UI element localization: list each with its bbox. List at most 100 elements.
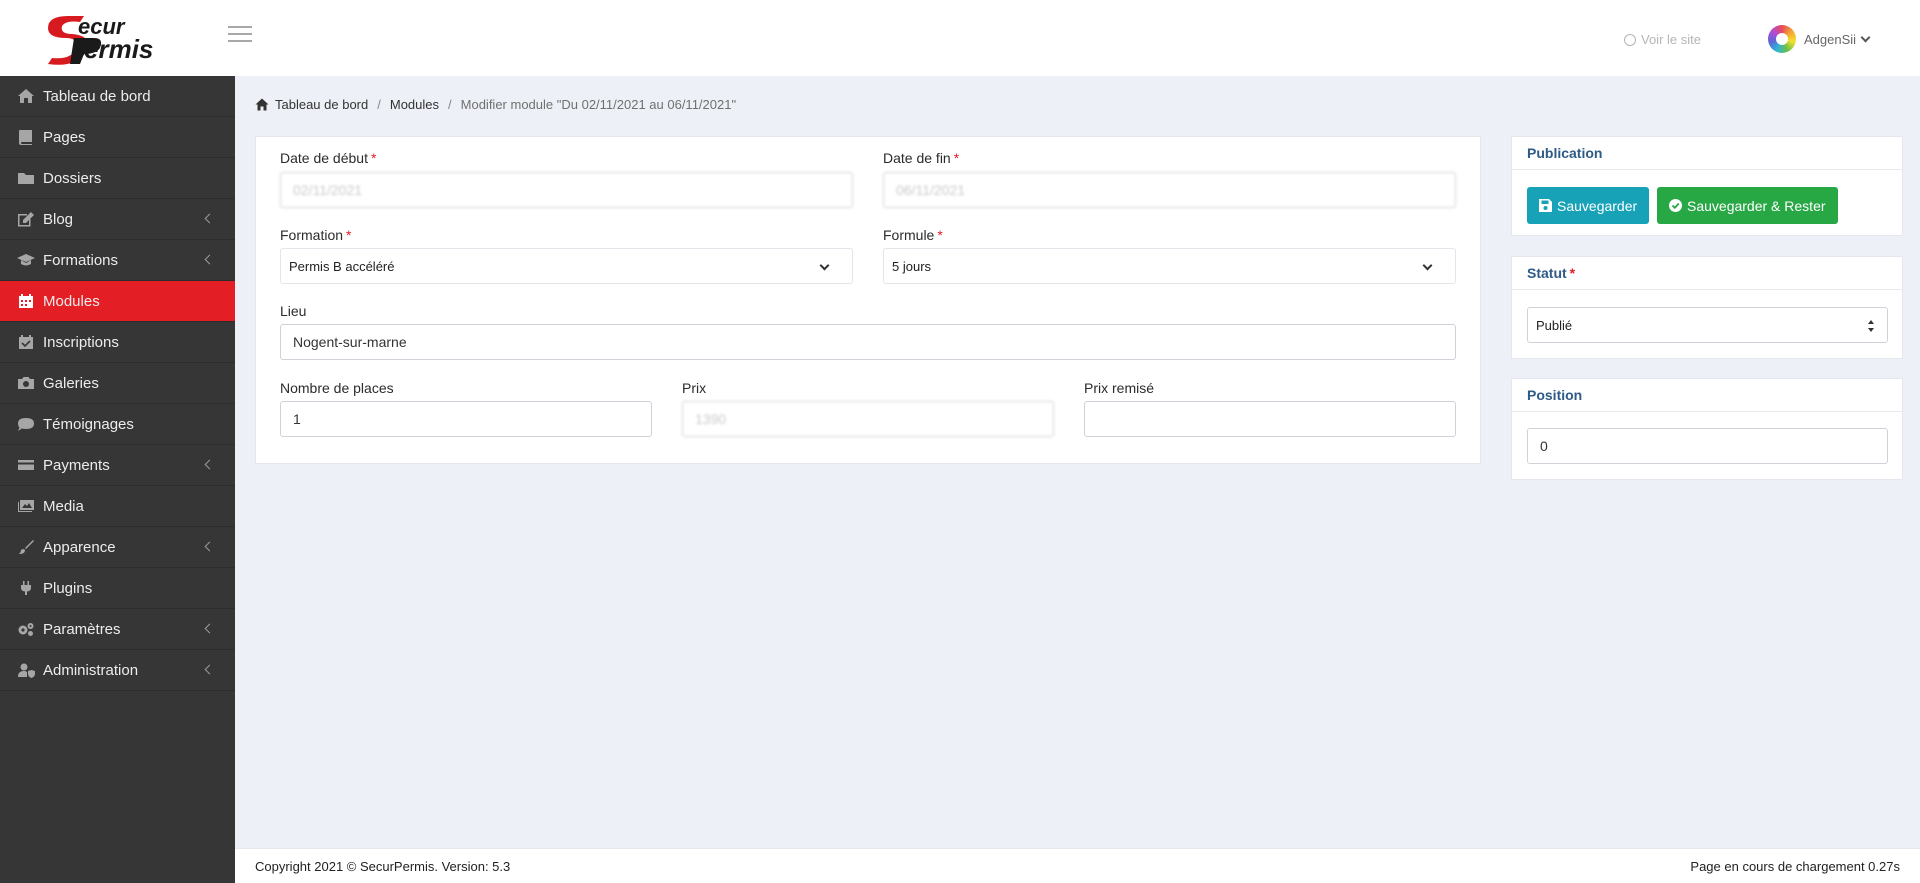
avatar [1768, 25, 1796, 53]
menu-toggle-icon[interactable] [228, 26, 252, 46]
breadcrumb-current: Modifier module "Du 02/11/2021 au 06/11/… [460, 97, 737, 112]
sidebar-item-galeries[interactable]: Galeries [0, 363, 235, 404]
sidebar-item-media[interactable]: Media [0, 486, 235, 527]
images-icon [17, 498, 35, 514]
formule-select[interactable]: 5 jours [883, 248, 1456, 284]
user-menu[interactable]: AdgenSii [1768, 24, 1871, 54]
required-mark: * [953, 150, 960, 166]
sidebar-item-label: Inscriptions [43, 333, 119, 351]
statut-selected-value: Publié [1536, 317, 1573, 333]
sidebar-item-label: Modules [43, 292, 100, 310]
chevron-left-icon [204, 459, 215, 470]
sidebar-item-dossiers[interactable]: Dossiers [0, 158, 235, 199]
module-form-card: Date de début * 02/11/2021 Date de fin * 0… [255, 136, 1481, 464]
sidebar-item-label: Plugins [43, 579, 93, 597]
securpermis-logo-icon: ecur ermis [48, 14, 153, 65]
statut-title-text: Statut [1527, 265, 1567, 281]
breadcrumb-modules-link[interactable]: Modules [390, 97, 439, 112]
user-name: AdgenSii [1804, 31, 1857, 47]
chevron-left-icon [204, 541, 215, 552]
formule-label-text: Formule [883, 227, 935, 243]
sidebar-item-temoignages[interactable]: Témoignages [0, 404, 235, 445]
position-input[interactable]: 0 [1527, 428, 1888, 464]
sidebar-item-inscriptions[interactable]: Inscriptions [0, 322, 235, 363]
chevron-left-icon [204, 213, 215, 224]
breadcrumb-separator: / [448, 97, 452, 112]
save-button-label: Sauvegarder [1557, 197, 1638, 214]
date-fin-label: Date de fin * [883, 150, 959, 166]
sidebar-item-formations[interactable]: Formations [0, 240, 235, 281]
sidebar-item-label: Paramètres [43, 620, 121, 638]
breadcrumb-separator: / [377, 97, 381, 112]
home-icon [17, 88, 35, 104]
lieu-input[interactable]: Nogent-sur-marne [280, 324, 1456, 360]
date-debut-label-text: Date de début [280, 150, 368, 166]
sidebar-item-payments[interactable]: Payments [0, 445, 235, 486]
sort-arrows-icon [1867, 319, 1875, 333]
required-mark: * [346, 227, 352, 243]
sidebar-item-apparence[interactable]: Apparence [0, 527, 235, 568]
chevron-left-icon [204, 623, 215, 634]
sidebar-item-label: Pages [43, 128, 86, 146]
sidebar-item-pages[interactable]: Pages [0, 117, 235, 158]
cogs-icon [17, 621, 35, 637]
sidebar-item-label: Media [43, 497, 84, 515]
position-card: Position 0 [1511, 378, 1903, 480]
chevron-down-icon [819, 260, 830, 271]
breadcrumb: Tableau de bord / Modules / Modifier mod… [255, 97, 736, 112]
sidebar-item-plugins[interactable]: Plugins [0, 568, 235, 609]
plug-icon [17, 580, 35, 596]
nombre-places-input[interactable]: 1 [280, 401, 652, 437]
sidebar-item-label: Tableau de bord [43, 87, 151, 105]
required-mark: * [370, 150, 377, 166]
prix-input[interactable]: 1390 [682, 401, 1054, 437]
formation-label-text: Formation [280, 227, 344, 243]
breadcrumb-home-link[interactable]: Tableau de bord [275, 97, 368, 112]
formation-select[interactable]: Permis B accéléré [280, 248, 853, 284]
graduation-cap-icon [17, 252, 35, 268]
date-fin-input[interactable]: 06/11/2021 [883, 172, 1456, 208]
sidebar-item-administration[interactable]: Administration [0, 650, 235, 691]
save-and-stay-button[interactable]: Sauvegarder & Rester [1657, 187, 1838, 224]
formule-selected-value: 5 jours [892, 258, 932, 274]
chevron-down-icon [1422, 260, 1433, 271]
sidebar-item-modules[interactable]: Modules [0, 281, 235, 322]
prix-remise-input[interactable] [1084, 401, 1456, 437]
publication-title: Publication [1512, 137, 1902, 170]
chevron-down-icon [1860, 32, 1871, 42]
chevron-left-icon [204, 664, 215, 675]
visit-site-link[interactable]: Voir le site [1624, 32, 1701, 47]
sidebar-item-blog[interactable]: Blog [0, 199, 235, 240]
save-button[interactable]: Sauvegarder [1527, 187, 1650, 224]
formation-label: Formation * [280, 227, 351, 243]
brand-logo[interactable]: ecur ermis [38, 8, 178, 68]
prix-remise-label: Prix remisé [1084, 380, 1155, 396]
sidebar-item-tableau-de-bord[interactable]: Tableau de bord [0, 76, 235, 117]
top-bar: ecur ermis Voir le site AdgenSii [0, 0, 1920, 76]
comment-icon [17, 416, 35, 432]
statut-card: Statut * Publié [1511, 256, 1903, 359]
required-mark: * [1569, 265, 1576, 281]
statut-select[interactable]: Publié [1527, 307, 1888, 343]
chevron-left-icon [204, 254, 215, 265]
date-debut-label: Date de début * [280, 150, 376, 166]
sidebar-item-label: Payments [43, 456, 110, 474]
date-debut-input[interactable]: 02/11/2021 [280, 172, 853, 208]
sidebar-item-parametres[interactable]: Paramètres [0, 609, 235, 650]
position-title: Position [1512, 379, 1902, 412]
visit-site-label: Voir le site [1641, 32, 1701, 47]
sidebar-item-label: Apparence [43, 538, 116, 556]
floppy-disk-icon [1539, 199, 1552, 212]
user-shield-icon [17, 662, 35, 678]
sidebar: Tableau de bord Pages Dossiers Blog Form… [0, 76, 235, 883]
sidebar-item-label: Formations [43, 251, 119, 269]
folder-icon [17, 170, 35, 186]
calendar-check-icon [17, 334, 35, 350]
edit-icon [17, 211, 35, 227]
paint-brush-icon [17, 539, 35, 555]
sidebar-item-label: Blog [43, 210, 74, 228]
statut-title: Statut * [1512, 257, 1902, 290]
home-icon [255, 98, 269, 111]
required-mark: * [937, 227, 943, 243]
prix-label: Prix [682, 380, 707, 396]
